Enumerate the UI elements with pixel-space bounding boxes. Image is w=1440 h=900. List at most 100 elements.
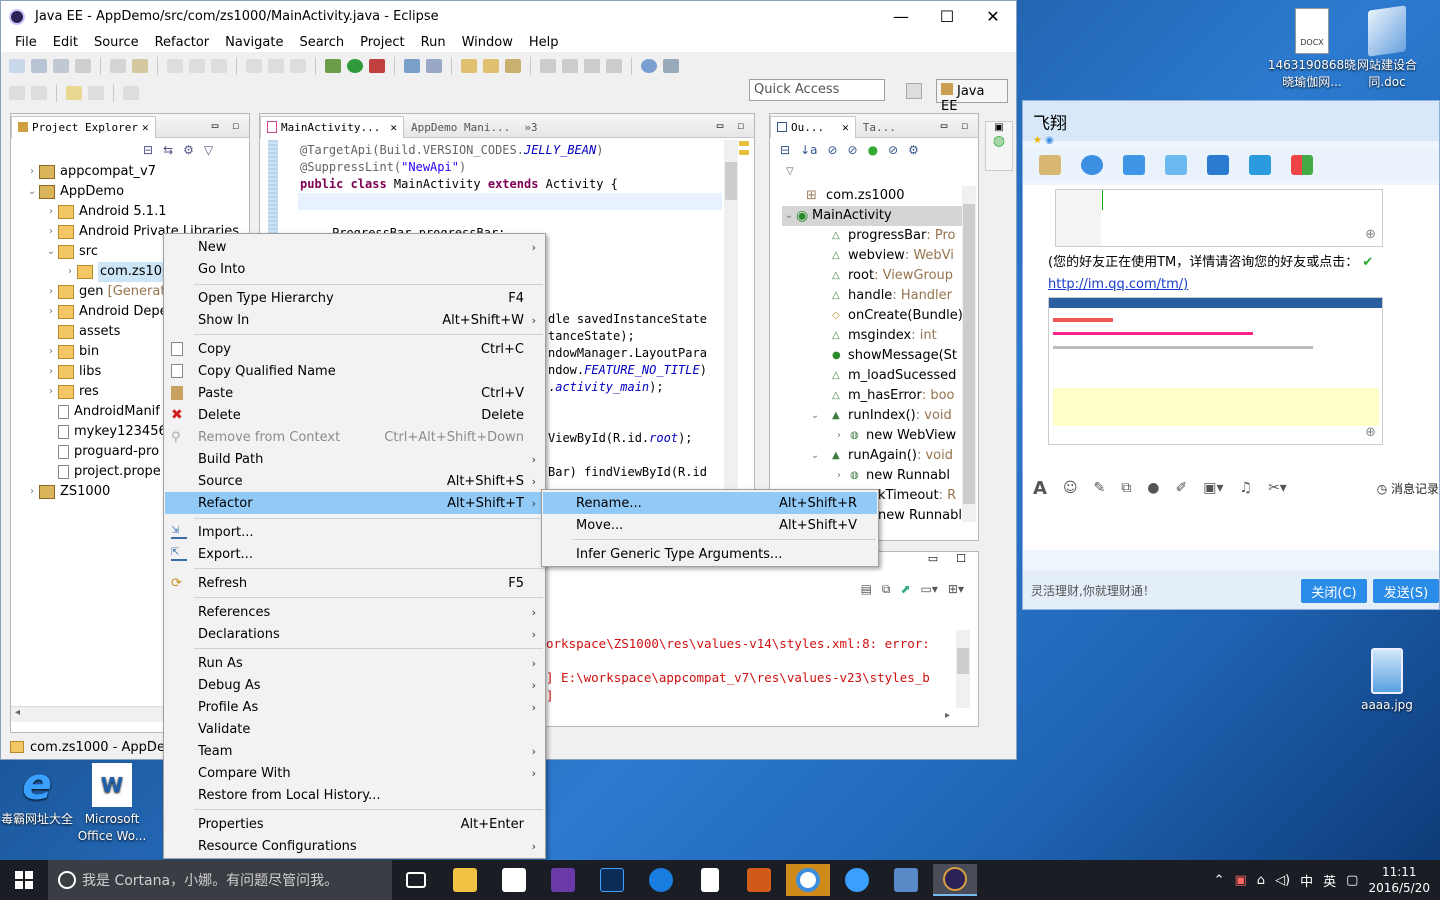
menu-file[interactable]: File: [7, 35, 45, 50]
nav-back-icon[interactable]: [66, 85, 82, 100]
menu-item-resource-configurations[interactable]: Resource Configurations ›: [165, 835, 544, 857]
horizontal-scrollbar[interactable]: ▸: [542, 710, 978, 724]
ime-language[interactable]: 英: [1323, 871, 1336, 890]
menu-help[interactable]: Help: [521, 35, 567, 50]
close-button[interactable]: ✕: [970, 1, 1016, 32]
show-hidden-icon[interactable]: ⌃: [1214, 873, 1225, 888]
sort-icon[interactable]: ↓a: [800, 143, 817, 157]
minimize-button[interactable]: —: [878, 1, 924, 32]
suspend-icon[interactable]: [246, 58, 262, 73]
menu-item-go-into[interactable]: Go Into: [165, 258, 544, 280]
menu-item-open-type-hierarchy[interactable]: Open Type Hierarchy F4: [165, 287, 544, 309]
tree-item[interactable]: assets: [44, 322, 120, 342]
debug-icon[interactable]: [325, 58, 341, 73]
maximize-view-icon[interactable]: ☐: [737, 119, 744, 132]
mic-icon[interactable]: ●: [1147, 480, 1159, 496]
tray-app-icon[interactable]: ▣: [1235, 873, 1247, 888]
send-button[interactable]: 发送(S): [1373, 579, 1439, 603]
annotation-icon[interactable]: [540, 58, 556, 73]
menu-item-properties[interactable]: Properties Alt+Enter: [165, 813, 544, 835]
file-transfer-icon[interactable]: [1123, 155, 1145, 175]
run-icon[interactable]: [347, 58, 363, 73]
share-screen-icon[interactable]: [1249, 155, 1271, 175]
outline-item[interactable]: △ root : ViewGroup: [832, 266, 953, 286]
zoom-icon[interactable]: ⊕: [1365, 425, 1376, 440]
close-tab-icon[interactable]: ✕: [842, 121, 849, 134]
close-tab-icon[interactable]: ✕: [142, 121, 149, 134]
new-icon[interactable]: [9, 58, 25, 73]
warning-marker[interactable]: [739, 141, 749, 146]
scroll-lock-icon[interactable]: ⧉: [882, 582, 891, 597]
tree-item[interactable]: › Android 5.1.1: [44, 202, 166, 222]
tab-project-explorer[interactable]: Project Explorer ✕: [11, 115, 156, 138]
maximize-view-icon[interactable]: ☐: [961, 119, 968, 132]
collapse-all-icon[interactable]: ⊟: [143, 143, 153, 157]
nav-forward-icon[interactable]: [88, 85, 104, 100]
disconnect-icon[interactable]: [290, 58, 306, 73]
outline-item[interactable]: △ handle : Handler: [832, 286, 952, 306]
menu-item-declarations[interactable]: Declarations ›: [165, 623, 544, 645]
prev-annotation-icon[interactable]: [31, 85, 47, 100]
maximize-view-icon[interactable]: ☐: [232, 119, 239, 132]
taskbar-edge[interactable]: [639, 864, 683, 896]
notification-icon[interactable]: ▢: [1346, 873, 1358, 888]
outline-item[interactable]: △ progressBar : Pro: [832, 226, 956, 246]
taskbar-chrome[interactable]: [786, 864, 830, 896]
back-icon[interactable]: [167, 58, 183, 73]
task-icon[interactable]: [132, 58, 148, 73]
menu-item-restore-history[interactable]: Restore from Local History...: [165, 784, 544, 806]
open-type-icon[interactable]: [461, 58, 477, 73]
console-icon[interactable]: [110, 58, 126, 73]
tree-item[interactable]: › libs: [44, 362, 101, 382]
minimize-view-icon[interactable]: ▭: [941, 119, 948, 132]
scissors-icon[interactable]: ✂▾: [1268, 480, 1287, 496]
pin-console-icon[interactable]: ⬈: [900, 582, 910, 596]
screenshot-thumb-1[interactable]: ⊕: [1055, 189, 1383, 247]
menu-item-refactor[interactable]: Refactor Alt+Shift+T ›: [165, 492, 544, 514]
close-tab-icon[interactable]: ✕: [390, 121, 397, 134]
minimize-view-icon[interactable]: ▭: [212, 119, 219, 132]
tab-mainactivity[interactable]: MainActivity... ✕: [260, 115, 404, 138]
tree-item[interactable]: › gen [Generate: [44, 282, 173, 302]
image-icon[interactable]: ▣▾: [1203, 480, 1223, 496]
vertical-scrollbar[interactable]: [962, 186, 976, 522]
menu-item-team[interactable]: Team ›: [165, 740, 544, 762]
outline-item[interactable]: ⌄ ▲ runAgain() : void: [808, 446, 953, 466]
tree-item[interactable]: mykey123456: [44, 422, 167, 442]
menu-item-infer-generic[interactable]: Infer Generic Type Arguments...: [543, 543, 877, 565]
search-icon[interactable]: [505, 58, 521, 73]
outline-item[interactable]: △ webview : WebVi: [832, 246, 954, 266]
collapse-icon[interactable]: ⊟: [780, 143, 790, 157]
menu-item-source[interactable]: Source Alt+Shift+S ›: [165, 470, 544, 492]
menu-item-refresh[interactable]: ⟳ Refresh F5: [165, 572, 544, 594]
taskbar-ie[interactable]: [835, 864, 879, 896]
hide-local-icon[interactable]: ⊘: [888, 143, 898, 157]
outline-item[interactable]: kTimeout : R: [878, 486, 956, 506]
display-console-icon[interactable]: ▭▾: [921, 582, 938, 596]
taskbar-document[interactable]: [688, 864, 732, 896]
tab-appdemo-manifest[interactable]: AppDemo Mani...: [404, 116, 517, 138]
globe-icon[interactable]: [641, 58, 657, 73]
hide-fields-icon[interactable]: ⊘: [827, 143, 837, 157]
close-button[interactable]: 关闭(C): [1301, 579, 1367, 603]
taskbar-briefcase[interactable]: [737, 864, 781, 896]
screenshot-thumb-2[interactable]: ⊕: [1048, 297, 1383, 445]
clock[interactable]: 11:11 2016/5/20: [1368, 864, 1430, 896]
tree-item[interactable]: proguard-pro: [44, 442, 159, 462]
tree-item[interactable]: ⌄ AppDemo: [25, 182, 124, 202]
desktop-icon-doc[interactable]: 网站建设合同.doc: [1342, 5, 1432, 91]
menu-item-new[interactable]: New ›: [165, 236, 544, 258]
menu-item-delete[interactable]: ✖ Delete Delete: [165, 404, 544, 426]
link-editor-icon[interactable]: ⇆: [163, 143, 173, 157]
new-project-icon[interactable]: [426, 58, 442, 73]
focus-icon[interactable]: ⚙: [908, 143, 919, 157]
menu-item-remove-from-context[interactable]: ⚲ Remove from Context Ctrl+Alt+Shift+Down: [165, 426, 544, 448]
menu-item-run-as[interactable]: Run As ›: [165, 652, 544, 674]
menu-item-rename[interactable]: Rename... Alt+Shift+R: [543, 492, 877, 514]
outline-item[interactable]: ◇ onCreate(Bundle): [832, 306, 963, 326]
taskbar-visual-studio[interactable]: [541, 864, 585, 896]
tree-item[interactable]: project.prope: [44, 462, 161, 482]
menu-run[interactable]: Run: [413, 35, 454, 50]
tree-item[interactable]: › appcompat_v7: [25, 162, 156, 182]
next-annotation-icon[interactable]: [9, 85, 25, 100]
